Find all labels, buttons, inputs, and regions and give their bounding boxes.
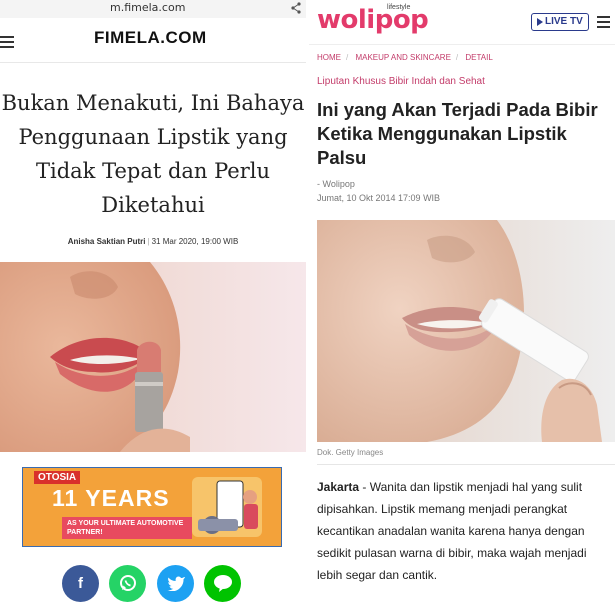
logo-subtitle: lifestyle <box>387 4 411 11</box>
publish-date: Jumat, 10 Okt 2014 17:09 WIB <box>317 193 441 203</box>
breadcrumb: HOME / MAKEUP AND SKINCARE / DETAIL <box>317 53 493 62</box>
article-photo <box>317 220 615 442</box>
share-icon[interactable] <box>290 2 302 14</box>
caption-divider <box>317 464 615 465</box>
author-name[interactable]: Anisha Saktian Putri <box>68 237 146 246</box>
twitter-share-button[interactable] <box>157 565 194 602</box>
byline: Anisha Saktian Putri | 31 Mar 2020, 19:00 … <box>67 237 239 246</box>
share-buttons: f <box>62 565 262 603</box>
ad-brand: OTOSIA <box>34 471 81 484</box>
menu-icon[interactable] <box>0 36 14 48</box>
breadcrumb-category[interactable]: MAKEUP AND SKINCARE <box>355 53 450 62</box>
live-tv-label: LIVE TV <box>545 16 583 27</box>
article-title: Bukan Menakuti, Ini Bahaya Penggunaan Li… <box>1 91 305 217</box>
breadcrumb-home[interactable]: HOME <box>317 53 341 62</box>
ad-banner[interactable]: OTOSIA 11 YEARS AS YOUR ULTIMATE AUTOMOT… <box>22 467 282 547</box>
article-source: - Wolipop <box>317 179 355 189</box>
line-share-button[interactable] <box>204 565 241 602</box>
url-text: m.fimela.com <box>110 1 186 14</box>
play-icon <box>537 18 543 26</box>
breadcrumb-current: DETAIL <box>465 53 493 62</box>
twitter-icon <box>167 576 185 592</box>
body-text: - Wanita dan lipstik menjadi hal yang su… <box>317 480 587 582</box>
ad-tagline: AS YOUR ULTIMATE AUTOMOTIVE PARTNER! <box>62 517 192 539</box>
body-location: Jakarta <box>317 480 360 494</box>
site-logo[interactable]: FIMELA.COM <box>94 28 207 48</box>
fimela-panel: m.fimela.com FIMELA.COM Bukan Menakuti, … <box>0 0 306 616</box>
live-tv-button[interactable]: LIVE TV <box>531 13 589 31</box>
site-header: FIMELA.COM <box>0 18 306 63</box>
article-title: Ini yang Akan Terjadi Pada Bibir Ketika … <box>317 99 598 168</box>
article-photo <box>0 262 306 452</box>
menu-icon[interactable] <box>597 16 610 28</box>
facebook-share-button[interactable]: f <box>62 565 99 602</box>
address-bar[interactable]: m.fimela.com <box>0 0 306 19</box>
facebook-icon: f <box>78 575 83 592</box>
whatsapp-share-button[interactable] <box>109 565 146 602</box>
article-body: Jakarta - Wanita dan lipstik menjadi hal… <box>317 476 613 586</box>
whatsapp-icon <box>119 575 136 591</box>
photo-caption: Dok. Getty Images <box>317 448 384 457</box>
wolipop-panel: wolipop lifestyle LIVE TV HOME / MAKEUP A… <box>309 0 615 616</box>
site-logo[interactable]: wolipop <box>317 5 429 35</box>
line-icon <box>213 575 232 592</box>
topic-link[interactable]: Liputan Khusus Bibir Indah dan Sehat <box>317 76 485 87</box>
site-header: wolipop lifestyle LIVE TV <box>309 0 615 45</box>
ad-headline: 11 YEARS <box>52 485 170 511</box>
publish-date: 31 Mar 2020, 19:00 WIB <box>151 237 239 246</box>
